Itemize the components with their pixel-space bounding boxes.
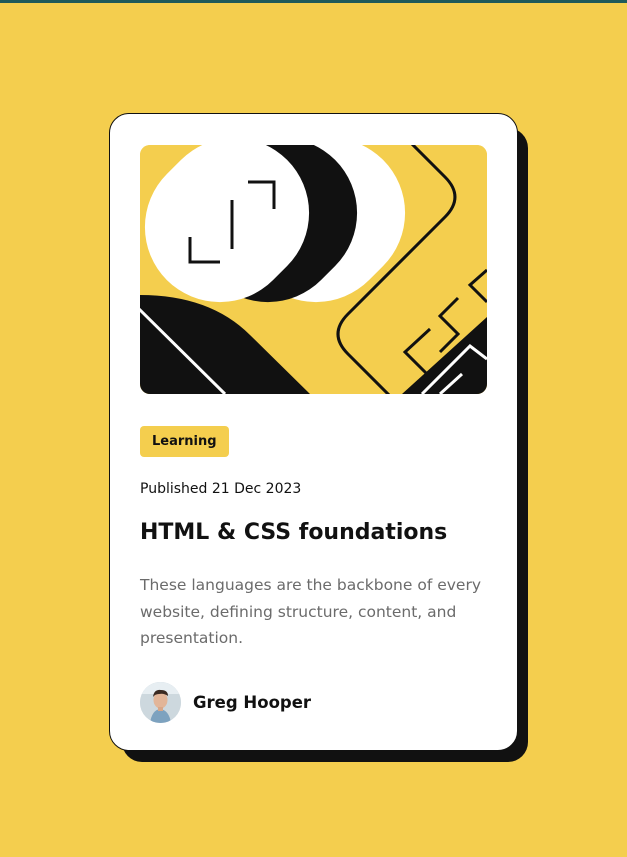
card-description: These languages are the backbone of ever… [140, 576, 481, 647]
card-title[interactable]: HTML & CSS foundations [140, 520, 447, 545]
abstract-illustration-icon [140, 145, 487, 394]
window-top-edge [0, 0, 627, 3]
publish-date: Published 21 Dec 2023 [140, 481, 302, 497]
card-illustration [140, 145, 487, 394]
avatar [140, 682, 181, 723]
avatar-photo-icon [140, 682, 181, 723]
category-tag: Learning [140, 426, 229, 457]
author-info: Greg Hooper [140, 682, 311, 723]
author-name: Greg Hooper [193, 693, 312, 712]
blog-preview-card: Learning Published 21 Dec 2023 HTML & CS… [109, 113, 518, 751]
